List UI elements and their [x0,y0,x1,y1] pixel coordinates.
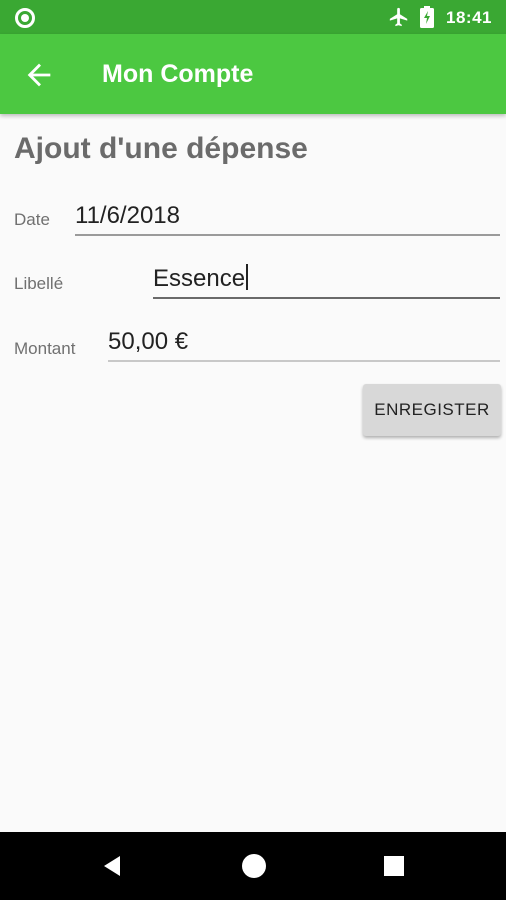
date-value: 11/6/2018 [75,202,180,229]
page-title: Ajout d'une dépense [14,132,308,165]
airplane-icon [389,7,408,27]
recents-square-icon[interactable] [384,856,404,876]
status-time: 18:41 [446,8,492,27]
battery-charging-icon [420,6,434,28]
app-bar-title: Mon Compte [102,60,254,88]
date-row: Date 11/6/2018 [0,196,506,246]
montant-value: 50,00 € [108,328,189,355]
app-bar: Mon Compte [0,34,506,114]
status-bar: 18:41 [0,0,506,34]
text-cursor [246,264,249,290]
libelle-value: Essence [153,265,246,292]
home-circle-icon[interactable] [242,854,266,878]
back-triangle-icon[interactable] [100,854,124,878]
date-field[interactable]: 11/6/2018 [75,202,500,236]
arrow-back-icon[interactable] [22,58,56,92]
montant-label: Montant [14,339,76,358]
date-label: Date [14,210,50,229]
save-button[interactable]: ENREGISTER [363,384,501,436]
circle-notification-icon [15,8,35,28]
navigation-bar [0,832,506,900]
libelle-label: Libellé [14,274,64,293]
libelle-field[interactable]: Essence [153,264,500,299]
libelle-row: Libellé Essence [0,262,506,312]
montant-row: Montant 50,00 € [0,326,506,376]
montant-field[interactable]: 50,00 € [108,328,500,362]
